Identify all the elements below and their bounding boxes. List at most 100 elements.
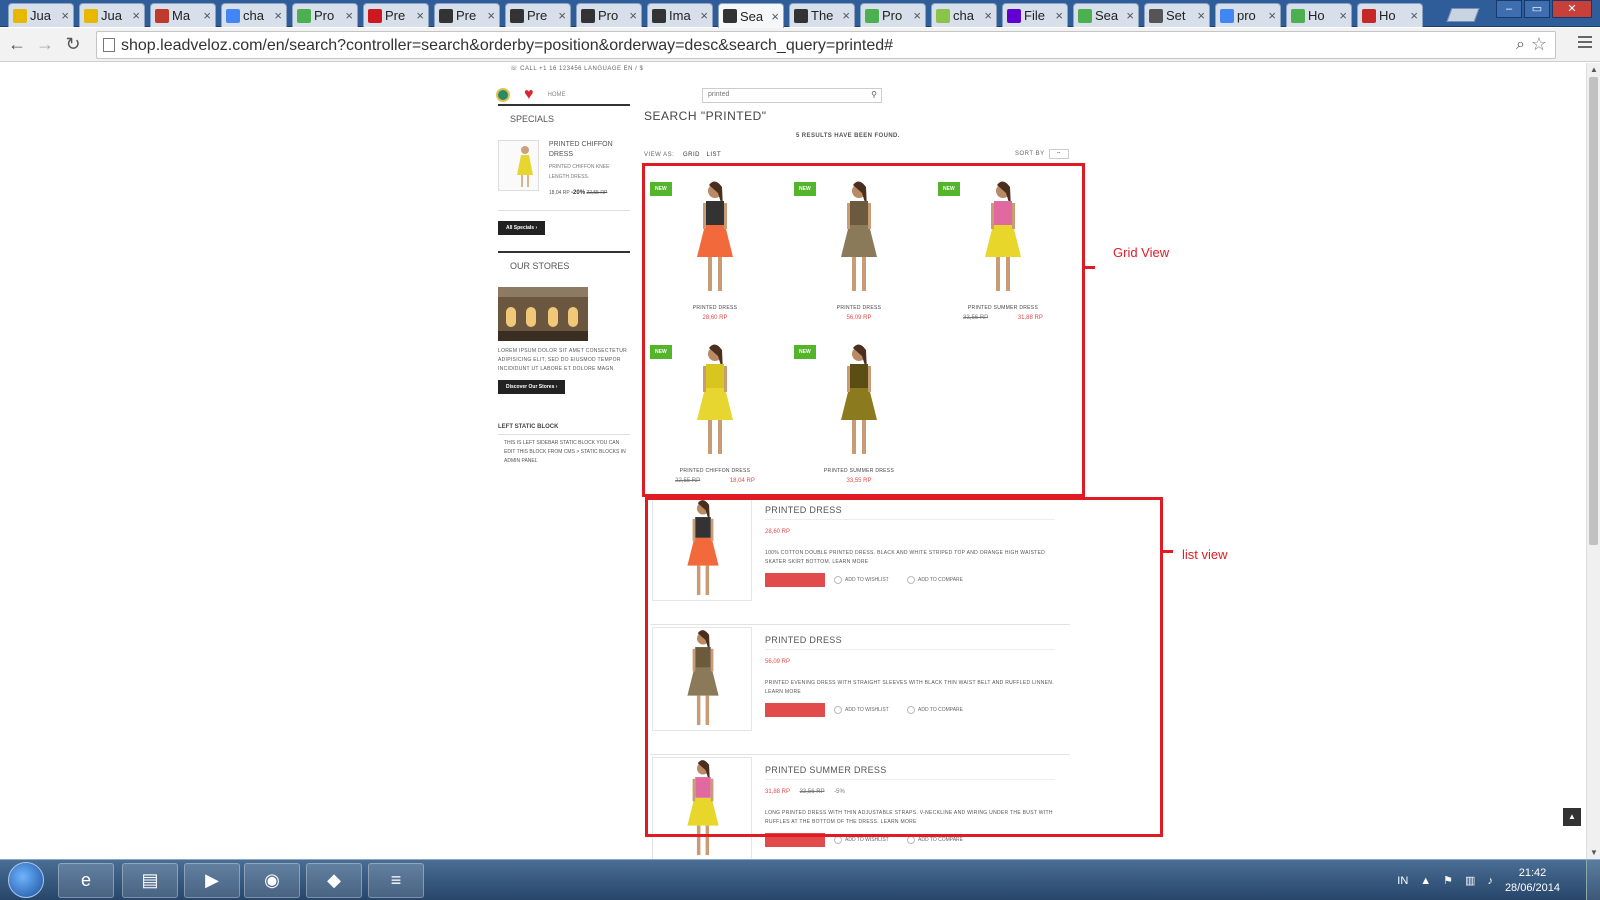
add-to-wishlist-link[interactable]: ADD TO WISHLIST	[834, 836, 889, 844]
browser-tab[interactable]: Ho ×	[1286, 3, 1352, 27]
tab-close-icon[interactable]: ×	[1055, 8, 1063, 23]
browser-tab[interactable]: Sea ×	[1073, 3, 1139, 27]
tab-close-icon[interactable]: ×	[1197, 8, 1205, 23]
url-text[interactable]: shop.leadveloz.com/en/search?controller=…	[121, 37, 893, 55]
home-link[interactable]: HOME	[548, 92, 566, 98]
list-view-annotation-label: list view	[1182, 547, 1228, 562]
search-icon[interactable]: ⚲	[871, 90, 877, 99]
page-scrollbar[interactable]: ▲ ▼	[1586, 63, 1600, 859]
scroll-down-icon[interactable]: ▼	[1590, 848, 1598, 857]
tab-close-icon[interactable]: ×	[913, 8, 921, 23]
grid-view-button[interactable]: GRID	[683, 152, 700, 158]
browser-tab-strip: – ▭ ✕ Jua × Jua × Ma × cha × Pro × Pre × Pre × Pre × Pro…	[0, 0, 1600, 28]
tab-title: Set	[1166, 8, 1186, 23]
tray-expand-icon[interactable]: ▲	[1420, 875, 1431, 887]
browser-tab[interactable]: Sea ×	[718, 3, 784, 28]
special-product-image[interactable]	[498, 140, 539, 191]
tab-close-icon[interactable]: ×	[132, 8, 140, 23]
browser-tab[interactable]: Set ×	[1144, 3, 1210, 27]
tab-close-icon[interactable]: ×	[558, 8, 566, 23]
internet-explorer-icon[interactable]: e	[58, 863, 114, 898]
browser-tab[interactable]: cha ×	[221, 3, 287, 27]
back-to-top-button[interactable]: ▲	[1563, 808, 1581, 826]
close-window-button[interactable]: ✕	[1552, 0, 1592, 18]
tab-close-icon[interactable]: ×	[487, 8, 495, 23]
tab-title: Pro	[598, 8, 619, 23]
media-player-icon[interactable]: ▶	[184, 863, 240, 898]
browser-tab[interactable]: Pre ×	[434, 3, 500, 27]
bluestacks-icon[interactable]: ≡	[368, 863, 424, 898]
tab-title: Pro	[314, 8, 335, 23]
add-to-compare-link[interactable]: ADD TO COMPARE	[907, 836, 963, 844]
scroll-up-icon[interactable]: ▲	[1590, 65, 1598, 74]
browser-tab[interactable]: cha ×	[931, 3, 997, 27]
tab-close-icon[interactable]: ×	[771, 9, 779, 24]
start-button[interactable]	[8, 862, 44, 898]
browser-tab[interactable]: Pro ×	[576, 3, 642, 27]
language-indicator[interactable]: IN	[1397, 875, 1408, 887]
browser-tab[interactable]: Jua ×	[79, 3, 145, 27]
wishlist-icon	[834, 836, 842, 844]
store-image[interactable]	[498, 287, 588, 341]
tab-title: Ho	[1308, 8, 1325, 23]
browser-tab[interactable]: File ×	[1002, 3, 1068, 27]
browser-tab[interactable]: Jua ×	[8, 3, 74, 27]
tab-close-icon[interactable]: ×	[345, 8, 353, 23]
chrome-icon[interactable]: ◉	[244, 863, 300, 898]
special-product-desc: PRINTED CHIFFON KNEE LENGTH DRESS.	[548, 164, 610, 180]
grid-view-annotation-label: Grid View	[1113, 245, 1170, 260]
browser-tab[interactable]: Ho ×	[1357, 3, 1423, 27]
clock[interactable]: 21:42 28/06/2014	[1505, 866, 1560, 896]
scroll-thumb[interactable]	[1589, 77, 1598, 545]
tab-title: Ma	[172, 8, 191, 23]
maximize-button[interactable]: ▭	[1524, 0, 1550, 18]
back-icon[interactable]: ←	[6, 34, 28, 55]
account-icon[interactable]	[496, 88, 510, 102]
browser-tab[interactable]: Pro ×	[860, 3, 926, 27]
app-icon[interactable]: ◆	[306, 863, 362, 898]
minimize-button[interactable]: –	[1496, 0, 1522, 18]
file-explorer-icon[interactable]: ▤	[122, 863, 178, 898]
discover-stores-button[interactable]: Discover Our Stores ›	[498, 380, 566, 394]
google-icon	[1220, 8, 1234, 23]
sort-select[interactable]: --	[1048, 149, 1069, 159]
tab-close-icon[interactable]: ×	[842, 8, 850, 23]
new-tab-button[interactable]	[1446, 8, 1480, 22]
tab-close-icon[interactable]: ×	[203, 8, 211, 23]
browser-tab[interactable]: pro ×	[1215, 3, 1281, 27]
volume-icon[interactable]: ♪	[1487, 875, 1493, 887]
special-old-price: 22,55 RP	[586, 190, 608, 196]
browser-tab[interactable]: Pro ×	[292, 3, 358, 27]
browser-tab[interactable]: The ×	[789, 3, 855, 27]
zoom-icon[interactable]: ⌕	[1516, 36, 1525, 54]
grid-view-annotation-box	[642, 163, 1085, 497]
tab-close-icon[interactable]: ×	[1339, 8, 1347, 23]
all-specials-button[interactable]: All Specials ›	[498, 221, 546, 235]
tab-close-icon[interactable]: ×	[416, 8, 424, 23]
tab-close-icon[interactable]: ×	[274, 8, 282, 23]
browser-tab[interactable]: Ma ×	[150, 3, 216, 27]
browser-tab[interactable]: Pre ×	[505, 3, 571, 27]
reload-icon[interactable]: ↻	[62, 34, 84, 55]
bookmark-star-icon[interactable]: ☆	[1531, 34, 1547, 55]
tab-close-icon[interactable]: ×	[1410, 8, 1418, 23]
special-product-name[interactable]: PRINTED CHIFFON DRESS	[549, 140, 630, 160]
tab-close-icon[interactable]: ×	[61, 8, 69, 23]
tab-close-icon[interactable]: ×	[984, 8, 992, 23]
action-center-icon[interactable]: ⚑	[1443, 874, 1453, 887]
tab-close-icon[interactable]: ×	[1126, 8, 1134, 23]
wishlist-heart-icon[interactable]: ♥	[524, 87, 534, 103]
browser-tab[interactable]: Ima ×	[647, 3, 713, 27]
tab-close-icon[interactable]: ×	[629, 8, 637, 23]
show-desktop-button[interactable]	[1586, 860, 1600, 900]
special-product[interactable]: PRINTED CHIFFON DRESS PRINTED CHIFFON KN…	[498, 130, 630, 211]
list-view-button[interactable]: LIST	[707, 152, 722, 158]
search-input[interactable]: printed ⚲	[702, 88, 882, 103]
tab-close-icon[interactable]: ×	[1268, 8, 1276, 23]
chrome-menu-icon[interactable]	[1578, 36, 1592, 51]
forward-icon[interactable]: →	[34, 34, 56, 55]
network-icon[interactable]: ▥	[1465, 874, 1475, 887]
browser-tab[interactable]: Pre ×	[363, 3, 429, 27]
tab-close-icon[interactable]: ×	[700, 8, 708, 23]
address-bar[interactable]: shop.leadveloz.com/en/search?controller=…	[96, 31, 1556, 59]
